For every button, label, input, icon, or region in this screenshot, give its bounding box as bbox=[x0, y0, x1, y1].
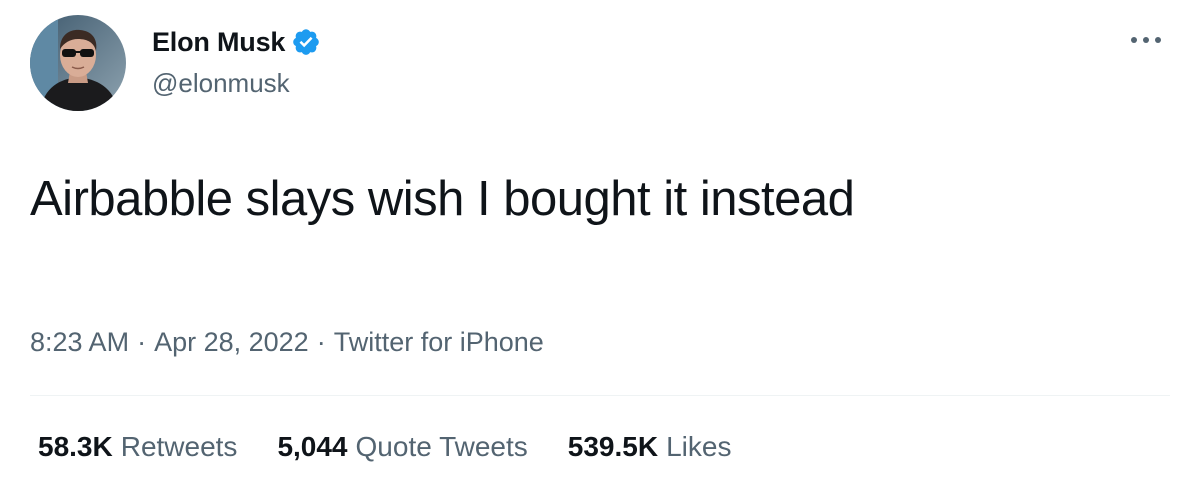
likes-stat[interactable]: 539.5K Likes bbox=[568, 427, 732, 467]
divider bbox=[30, 395, 1170, 396]
tweet-date[interactable]: Apr 28, 2022 bbox=[154, 327, 309, 357]
likes-label: Likes bbox=[666, 431, 732, 462]
tweet-stats: 58.3K Retweets 5,044 Quote Tweets 539.5K Li… bbox=[38, 427, 731, 467]
quote-tweets-label: Quote Tweets bbox=[355, 431, 528, 462]
retweets-count: 58.3K bbox=[38, 431, 113, 462]
retweets-label: Retweets bbox=[120, 431, 238, 462]
tweet-text: Airbabble slays wish I bought it instead bbox=[30, 172, 855, 226]
more-horizontal-icon[interactable] bbox=[1128, 30, 1164, 50]
tweet-source[interactable]: Twitter for iPhone bbox=[334, 327, 544, 357]
meta-separator: · bbox=[316, 327, 326, 357]
author-handle[interactable]: @elonmusk bbox=[152, 64, 290, 102]
likes-count: 539.5K bbox=[567, 431, 659, 462]
tweet-meta: 8:23 AM · Apr 28, 2022 · Twitter for iPhone bbox=[30, 322, 544, 362]
quote-tweets-stat[interactable]: 5,044 Quote Tweets bbox=[277, 427, 527, 467]
avatar[interactable] bbox=[30, 15, 126, 111]
meta-separator: · bbox=[137, 327, 147, 357]
tweet-card: Elon Musk @elonmusk Airbabble slays wish… bbox=[0, 0, 1200, 487]
avatar-image bbox=[30, 15, 126, 111]
author-name-row[interactable]: Elon Musk bbox=[152, 22, 321, 62]
verified-badge-icon bbox=[291, 27, 321, 57]
quote-tweets-count: 5,044 bbox=[277, 431, 348, 462]
tweet-time[interactable]: 8:23 AM bbox=[30, 327, 129, 357]
retweets-stat[interactable]: 58.3K Retweets bbox=[38, 427, 237, 467]
author-display-name[interactable]: Elon Musk bbox=[152, 22, 285, 62]
